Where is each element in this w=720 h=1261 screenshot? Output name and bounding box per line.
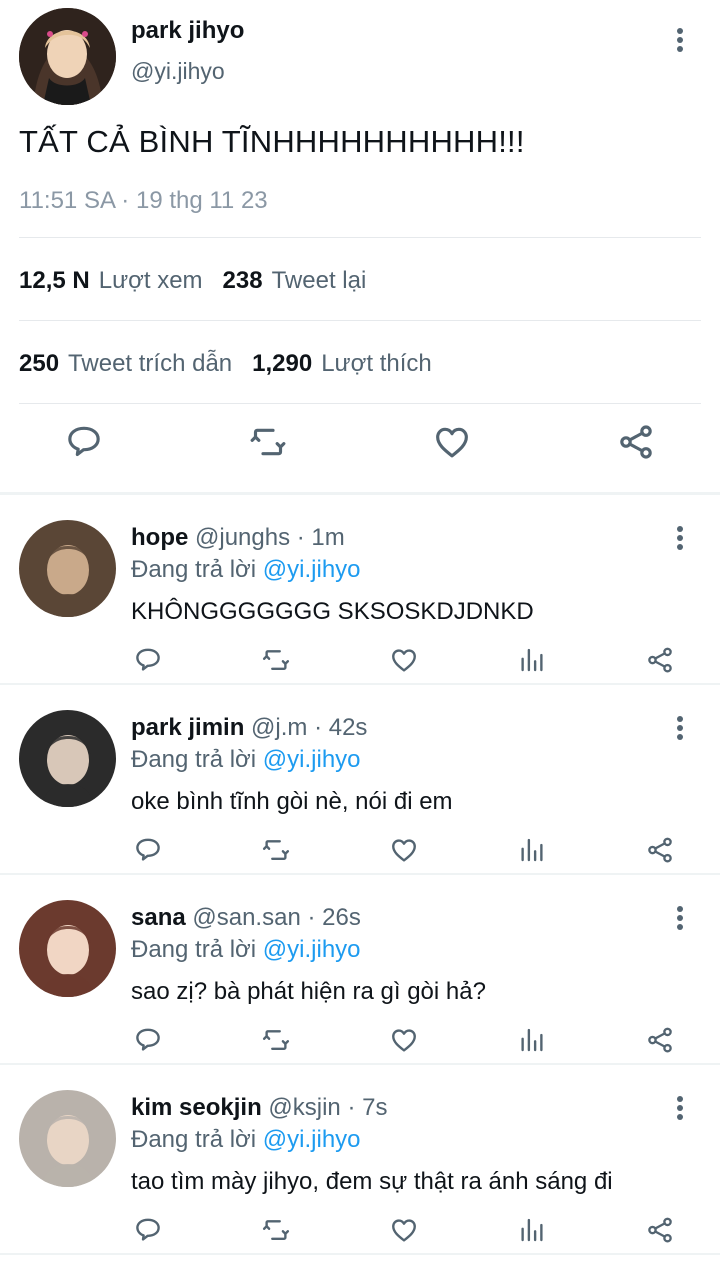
replying-to: Đang trả lời @yi.jihyo	[131, 746, 361, 774]
author-handle[interactable]: @yi.jihyo	[131, 58, 225, 85]
tweet-actions	[0, 422, 720, 476]
more-options-icon[interactable]	[668, 1094, 692, 1122]
retweet-icon[interactable]	[261, 835, 291, 865]
more-options-icon[interactable]	[668, 524, 692, 552]
stats-row-quotes-likes: 250 Tweet trích dẫn 1,290 Lượt thích	[19, 350, 432, 378]
reply-item[interactable]: kim seokjin @ksjin · 7s Đang trả lời @yi…	[0, 1065, 720, 1255]
reply-author-name[interactable]: hope	[131, 524, 188, 551]
reply-author-name[interactable]: park jimin	[131, 714, 244, 741]
share-icon[interactable]	[645, 1025, 675, 1055]
reply-icon[interactable]	[133, 835, 163, 865]
likes-stat[interactable]: 1,290 Lượt thích	[252, 350, 432, 377]
avatar[interactable]	[19, 710, 116, 807]
more-options-icon[interactable]	[668, 26, 692, 54]
views-label: Lượt xem	[98, 267, 203, 294]
quotes-label: Tweet trích dẫn	[68, 350, 233, 377]
reply-handle-time: @ksjin · 7s	[268, 1094, 388, 1121]
retweet-icon[interactable]	[261, 1215, 291, 1245]
retweets-stat[interactable]: 238 Tweet lại	[223, 267, 367, 294]
like-icon[interactable]	[389, 645, 419, 675]
tweet-timestamp[interactable]: 11:51 SA · 19 thg 11 23	[19, 187, 268, 215]
reply-header: park jimin @j.m · 42s	[131, 714, 367, 742]
replying-to-mention[interactable]: @yi.jihyo	[263, 556, 361, 583]
avatar[interactable]	[19, 900, 116, 997]
reply-icon[interactable]	[133, 1215, 163, 1245]
retweet-icon[interactable]	[261, 1025, 291, 1055]
reply-actions	[0, 1025, 720, 1055]
reply-text: sao zị? bà phát hiện ra gì gòi hả?	[131, 978, 486, 1005]
replying-to-mention[interactable]: @yi.jihyo	[263, 1126, 361, 1153]
reply-text: oke bình tĩnh gòi nè, nói đi em	[131, 788, 453, 815]
like-icon[interactable]	[389, 1215, 419, 1245]
views-stat[interactable]: 12,5 N Lượt xem	[19, 267, 203, 294]
quotes-stat[interactable]: 250 Tweet trích dẫn	[19, 350, 232, 377]
views-count: 12,5 N	[19, 267, 90, 294]
replying-to-label: Đang trả lời	[131, 936, 257, 963]
more-options-icon[interactable]	[668, 904, 692, 932]
divider	[0, 1253, 720, 1255]
reply-icon[interactable]	[64, 422, 104, 462]
views-icon[interactable]	[517, 835, 547, 865]
reply-header: hope @junghs · 1m	[131, 524, 345, 552]
replying-to-label: Đang trả lời	[131, 746, 257, 773]
more-options-icon[interactable]	[668, 714, 692, 742]
reply-actions	[0, 835, 720, 865]
avatar[interactable]	[19, 1090, 116, 1187]
retweets-label: Tweet lại	[271, 267, 367, 294]
reply-actions	[0, 645, 720, 675]
replying-to-label: Đang trả lời	[131, 556, 257, 583]
replying-to: Đang trả lời @yi.jihyo	[131, 936, 361, 964]
reply-icon[interactable]	[133, 1025, 163, 1055]
replying-to: Đang trả lời @yi.jihyo	[131, 556, 361, 584]
reply-item[interactable]: hope @junghs · 1m Đang trả lời @yi.jihyo…	[0, 495, 720, 685]
reply-text: KHÔNGGGGGGG SKSOSKDJDNKD	[131, 598, 534, 625]
retweet-icon[interactable]	[248, 422, 288, 462]
like-icon[interactable]	[389, 1025, 419, 1055]
retweets-count: 238	[222, 267, 263, 294]
reply-author-name[interactable]: sana	[131, 904, 186, 931]
tweet-text: TẤT CẢ BÌNH TĨNHHHHHHHHHH!!!	[19, 124, 525, 159]
views-icon[interactable]	[517, 1025, 547, 1055]
likes-label: Lượt thích	[321, 350, 432, 377]
share-icon[interactable]	[645, 1215, 675, 1245]
like-icon[interactable]	[432, 422, 472, 462]
reply-handle-time: @san.san · 26s	[192, 904, 361, 931]
reply-header: kim seokjin @ksjin · 7s	[131, 1094, 387, 1122]
stats-row-views-retweets: 12,5 N Lượt xem 238 Tweet lại	[19, 267, 366, 295]
reply-item[interactable]: sana @san.san · 26s Đang trả lời @yi.jih…	[0, 875, 720, 1065]
views-icon[interactable]	[517, 1215, 547, 1245]
avatar[interactable]	[19, 520, 116, 617]
reply-author-name[interactable]: kim seokjin	[131, 1094, 262, 1121]
reply-actions	[0, 1215, 720, 1245]
likes-count: 1,290	[252, 350, 313, 377]
replying-to-mention[interactable]: @yi.jihyo	[263, 936, 361, 963]
replying-to-mention[interactable]: @yi.jihyo	[263, 746, 361, 773]
reply-handle-time: @junghs · 1m	[195, 524, 345, 551]
like-icon[interactable]	[389, 835, 419, 865]
share-icon[interactable]	[616, 422, 656, 462]
divider	[19, 320, 701, 321]
reply-handle-time: @j.m · 42s	[251, 714, 368, 741]
share-icon[interactable]	[645, 645, 675, 675]
divider	[19, 237, 701, 238]
quotes-count: 250	[19, 350, 60, 377]
views-icon[interactable]	[517, 645, 547, 675]
main-tweet: park jihyo @yi.jihyo TẤT CẢ BÌNH TĨNHHHH…	[0, 0, 720, 495]
tweet-thread: park jihyo @yi.jihyo TẤT CẢ BÌNH TĨNHHHH…	[0, 0, 720, 1261]
reply-item[interactable]: park jimin @j.m · 42s Đang trả lời @yi.j…	[0, 685, 720, 875]
retweet-icon[interactable]	[261, 645, 291, 675]
reply-icon[interactable]	[133, 645, 163, 675]
divider	[19, 403, 701, 404]
author-name[interactable]: park jihyo	[131, 17, 244, 45]
reply-header: sana @san.san · 26s	[131, 904, 361, 932]
replying-to: Đang trả lời @yi.jihyo	[131, 1126, 361, 1154]
share-icon[interactable]	[645, 835, 675, 865]
replying-to-label: Đang trả lời	[131, 1126, 257, 1153]
avatar[interactable]	[19, 8, 116, 105]
reply-text: tao tìm mày jihyo, đem sự thật ra ánh sá…	[131, 1168, 613, 1195]
